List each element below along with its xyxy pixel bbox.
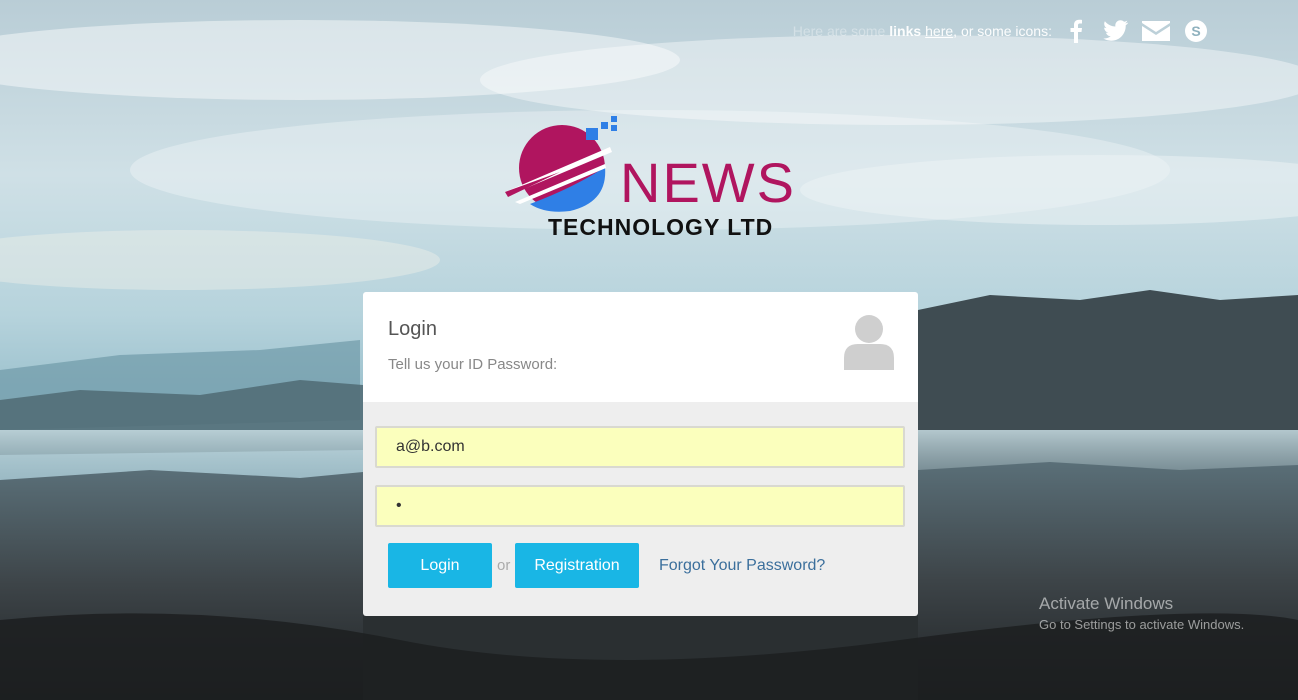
login-card: Login Tell us your ID Password: Login or… bbox=[363, 292, 918, 616]
login-card-body: Login or Registration Forgot Your Passwo… bbox=[363, 402, 918, 616]
logo-subtitle: TECHNOLOGY LTD bbox=[548, 214, 774, 240]
or-separator: or bbox=[497, 557, 511, 574]
social-icons: S bbox=[1062, 18, 1210, 44]
facebook-icon[interactable] bbox=[1062, 18, 1090, 44]
watermark-subtitle: Go to Settings to activate Windows. bbox=[1039, 617, 1245, 632]
logo-wordmark: NEWS bbox=[620, 151, 796, 214]
topnav-faded-text: Here are some bbox=[792, 23, 886, 39]
skype-icon[interactable]: S bbox=[1182, 18, 1210, 44]
topnav-bold-text: links bbox=[889, 23, 922, 39]
login-title: Login bbox=[388, 318, 437, 340]
email-field[interactable] bbox=[375, 426, 905, 468]
registration-button[interactable]: Registration bbox=[515, 543, 639, 588]
login-button[interactable]: Login bbox=[388, 543, 492, 588]
top-links-bar: Here are some links here , or some icons… bbox=[793, 18, 1210, 44]
logo-emblem-icon bbox=[505, 116, 617, 212]
topnav-rest-text: , or some icons: bbox=[953, 23, 1052, 39]
user-icon bbox=[844, 315, 894, 370]
company-logo: NEWS TECHNOLOGY LTD bbox=[500, 112, 794, 247]
topnav-here-link[interactable]: here bbox=[925, 23, 953, 39]
svg-text:S: S bbox=[1191, 23, 1200, 39]
envelope-icon[interactable] bbox=[1142, 18, 1170, 44]
twitter-icon[interactable] bbox=[1102, 18, 1130, 44]
login-card-header: Login Tell us your ID Password: bbox=[363, 292, 918, 402]
forgot-password-link[interactable]: Forgot Your Password? bbox=[659, 557, 825, 575]
windows-activation-watermark: Activate Windows Go to Settings to activ… bbox=[1039, 594, 1244, 632]
watermark-title: Activate Windows bbox=[1039, 594, 1174, 613]
password-field[interactable] bbox=[375, 485, 905, 527]
login-subtitle: Tell us your ID Password: bbox=[388, 356, 558, 373]
